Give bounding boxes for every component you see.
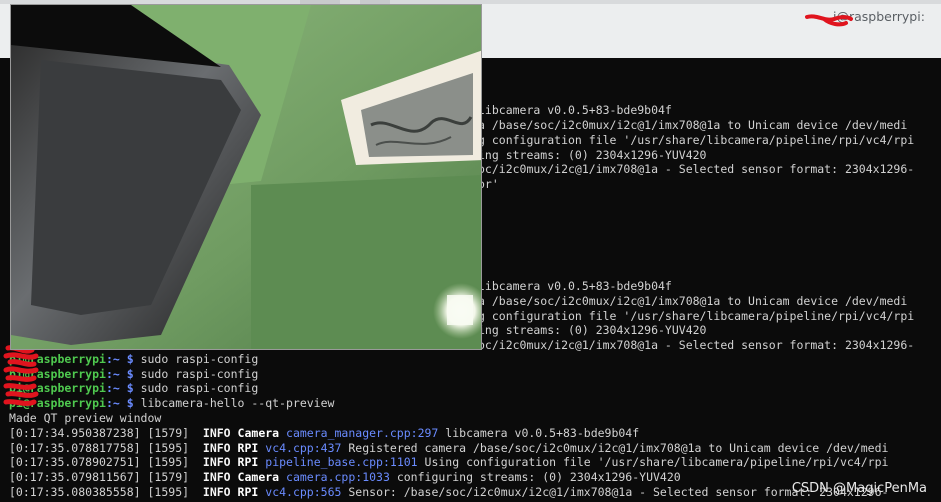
- terminal-line: a /base/soc/i2c0mux/i2c@1/imx708@1a to U…: [478, 294, 908, 308]
- prompt-symbol: $: [119, 352, 141, 366]
- prompt-line: pi@raspberrypi:~ $ sudo raspi-config: [9, 352, 258, 367]
- prompt-path: :~: [105, 396, 120, 410]
- camera-preview-window[interactable]: [10, 4, 482, 350]
- log-message: configuring streams: (0) 2304x1296-YUV42…: [396, 470, 681, 484]
- log-pid: [1579]: [147, 470, 190, 484]
- terminal-line: oc/i2c0mux/i2c@1/imx708@1a - Selected se…: [478, 338, 915, 352]
- log-component: RPI: [237, 485, 259, 499]
- log-pid: [1579]: [147, 426, 190, 440]
- log-line: [0:17:35.079811567] [1579] INFO Camera c…: [9, 470, 681, 485]
- log-source: camera.cpp:1033: [286, 470, 390, 484]
- prompt-command: sudo raspi-config: [140, 367, 259, 381]
- log-line: [0:17:35.080385558] [1595] INFO RPI vc4.…: [9, 485, 888, 500]
- log-component: RPI: [237, 455, 259, 469]
- prompt-symbol: $: [119, 396, 141, 410]
- log-pid: [1595]: [147, 455, 190, 469]
- log-line: [0:17:35.078817758] [1595] INFO RPI vc4.…: [9, 441, 888, 456]
- log-level: INFO: [202, 426, 231, 440]
- prompt-line: pi@raspberrypi:~ $ sudo raspi-config: [9, 381, 258, 396]
- terminal-line: libcamera v0.0.5+83-bde9b04f: [478, 103, 672, 117]
- log-component: Camera: [237, 470, 280, 484]
- prompt-command: libcamera-hello --qt-preview: [140, 396, 335, 410]
- log-level: INFO: [202, 441, 231, 455]
- log-source: vc4.cpp:437: [265, 441, 342, 455]
- log-component: RPI: [237, 441, 259, 455]
- prompt-path: :~: [105, 367, 120, 381]
- prompt-command: sudo raspi-config: [140, 381, 259, 395]
- log-source: pipeline_base.cpp:1101: [265, 455, 418, 469]
- log-message: Using configuration file '/usr/share/lib…: [424, 455, 889, 469]
- terminal-line: g configuration file '/usr/share/libcame…: [478, 309, 915, 323]
- log-timestamp: [0:17:35.078902751]: [9, 455, 141, 469]
- prompt-path: :~: [105, 352, 120, 366]
- log-timestamp: [0:17:34.950387238]: [9, 426, 141, 440]
- terminal-line: libcamera v0.0.5+83-bde9b04f: [478, 279, 672, 293]
- prompt-line: pi@raspberrypi:~ $ libcamera-hello --qt-…: [9, 396, 334, 411]
- prompt-path: :~: [105, 381, 120, 395]
- terminal-line: ing streams: (0) 2304x1296-YUV420: [478, 323, 707, 337]
- log-component: Camera: [237, 426, 280, 440]
- title-redaction-scribble: [805, 14, 853, 27]
- terminal-line: a /base/soc/i2c0mux/i2c@1/imx708@1a to U…: [478, 118, 908, 132]
- log-line: [0:17:35.078902751] [1595] INFO RPI pipe…: [9, 455, 888, 470]
- log-source: camera_manager.cpp:297: [286, 426, 439, 440]
- csdn-watermark: CSDN @MagicPenMa: [791, 481, 927, 496]
- log-timestamp: [0:17:35.079811567]: [9, 470, 141, 484]
- terminal-line: ing streams: (0) 2304x1296-YUV420: [478, 148, 707, 162]
- log-message: libcamera v0.0.5+83-bde9b04f: [445, 426, 640, 440]
- log-level: INFO: [202, 455, 231, 469]
- terminal-line: oc/i2c0mux/i2c@1/imx708@1a - Selected se…: [478, 162, 915, 176]
- log-timestamp: [0:17:35.078817758]: [9, 441, 141, 455]
- log-pid: [1595]: [147, 441, 190, 455]
- prompt-command: sudo raspi-config: [140, 352, 259, 366]
- prompt-line: pi@raspberrypi:~ $ sudo raspi-config: [9, 367, 258, 382]
- log-message: Registered camera /base/soc/i2c0mux/i2c@…: [348, 441, 889, 455]
- preview-notice: Made QT preview window: [9, 411, 162, 425]
- log-source: vc4.cpp:565: [265, 485, 342, 499]
- prompt-symbol: $: [119, 381, 141, 395]
- log-level: INFO: [202, 485, 231, 499]
- terminal-line: g configuration file '/usr/share/libcame…: [478, 133, 915, 147]
- username-redaction-scribble: [3, 345, 39, 406]
- log-level: INFO: [202, 470, 231, 484]
- prompt-symbol: $: [119, 367, 141, 381]
- log-pid: [1595]: [147, 485, 190, 499]
- log-timestamp: [0:17:35.080385558]: [9, 485, 141, 499]
- log-line: [0:17:34.950387238] [1579] INFO Camera c…: [9, 426, 639, 441]
- camera-preview-image: [11, 5, 481, 349]
